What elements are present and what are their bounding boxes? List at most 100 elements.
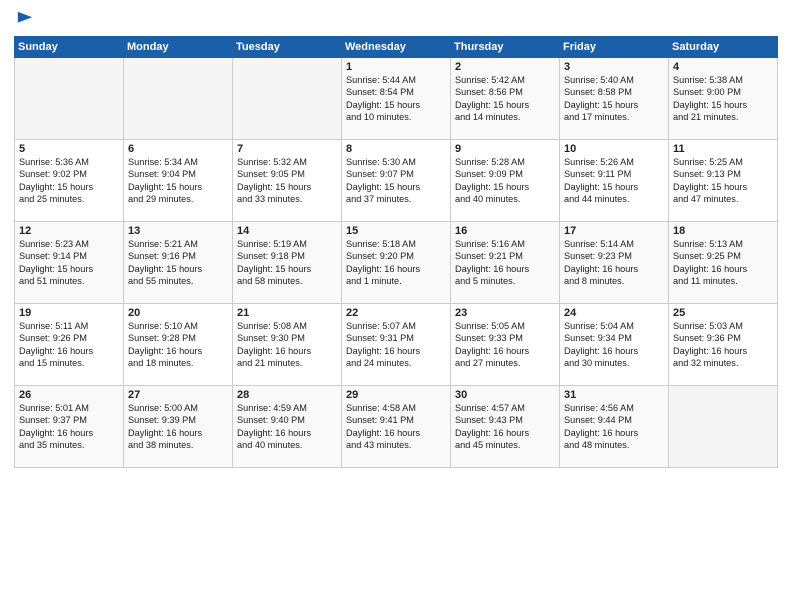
day-info: Sunrise: 5:10 AM — [128, 320, 228, 332]
day-info: Sunrise: 5:26 AM — [564, 156, 664, 168]
day-info: Sunset: 9:09 PM — [455, 168, 555, 180]
day-info: Sunrise: 5:38 AM — [673, 74, 773, 86]
day-info: and 44 minutes. — [564, 193, 664, 205]
day-info: Sunrise: 5:14 AM — [564, 238, 664, 250]
day-info: Sunset: 9:02 PM — [19, 168, 119, 180]
day-number: 21 — [237, 307, 337, 319]
calendar-cell: 12Sunrise: 5:23 AMSunset: 9:14 PMDayligh… — [15, 222, 124, 304]
day-info: Daylight: 15 hours — [564, 181, 664, 193]
day-info: and 38 minutes. — [128, 439, 228, 451]
day-number: 29 — [346, 389, 446, 401]
day-info: and 1 minute. — [346, 275, 446, 287]
day-info: Daylight: 15 hours — [237, 181, 337, 193]
day-info: Sunset: 8:56 PM — [455, 86, 555, 98]
day-info: and 40 minutes. — [237, 439, 337, 451]
calendar-cell: 27Sunrise: 5:00 AMSunset: 9:39 PMDayligh… — [124, 386, 233, 468]
day-info: and 25 minutes. — [19, 193, 119, 205]
calendar-cell: 18Sunrise: 5:13 AMSunset: 9:25 PMDayligh… — [669, 222, 778, 304]
day-info: Sunset: 9:33 PM — [455, 332, 555, 344]
day-info: and 24 minutes. — [346, 357, 446, 369]
calendar-cell: 11Sunrise: 5:25 AMSunset: 9:13 PMDayligh… — [669, 140, 778, 222]
day-info: Daylight: 16 hours — [346, 263, 446, 275]
day-info: Daylight: 15 hours — [128, 263, 228, 275]
day-number: 31 — [564, 389, 664, 401]
day-info: Sunrise: 5:30 AM — [346, 156, 446, 168]
day-info: Daylight: 16 hours — [455, 427, 555, 439]
day-info: and 27 minutes. — [455, 357, 555, 369]
calendar-cell: 26Sunrise: 5:01 AMSunset: 9:37 PMDayligh… — [15, 386, 124, 468]
day-number: 14 — [237, 225, 337, 237]
day-info: Sunrise: 5:44 AM — [346, 74, 446, 86]
day-info: Sunset: 9:44 PM — [564, 414, 664, 426]
day-number: 26 — [19, 389, 119, 401]
calendar-cell — [233, 58, 342, 140]
day-info: and 18 minutes. — [128, 357, 228, 369]
day-number: 18 — [673, 225, 773, 237]
calendar-body: 1Sunrise: 5:44 AMSunset: 8:54 PMDaylight… — [15, 58, 778, 468]
day-info: and 10 minutes. — [346, 111, 446, 123]
calendar-cell: 9Sunrise: 5:28 AMSunset: 9:09 PMDaylight… — [451, 140, 560, 222]
logo — [14, 10, 34, 28]
day-info: and 55 minutes. — [128, 275, 228, 287]
calendar-cell: 23Sunrise: 5:05 AMSunset: 9:33 PMDayligh… — [451, 304, 560, 386]
day-info: Sunset: 9:41 PM — [346, 414, 446, 426]
day-header-sunday: Sunday — [15, 37, 124, 58]
day-number: 19 — [19, 307, 119, 319]
calendar-cell: 30Sunrise: 4:57 AMSunset: 9:43 PMDayligh… — [451, 386, 560, 468]
day-info: Daylight: 15 hours — [673, 99, 773, 111]
day-info: Daylight: 16 hours — [564, 345, 664, 357]
day-info: Sunrise: 5:34 AM — [128, 156, 228, 168]
day-info: Sunrise: 5:19 AM — [237, 238, 337, 250]
day-info: Sunset: 8:58 PM — [564, 86, 664, 98]
day-number: 10 — [564, 143, 664, 155]
day-info: Sunset: 9:43 PM — [455, 414, 555, 426]
day-info: Sunset: 9:05 PM — [237, 168, 337, 180]
day-info: Sunset: 9:18 PM — [237, 250, 337, 262]
day-info: Sunrise: 5:18 AM — [346, 238, 446, 250]
day-info: Daylight: 16 hours — [564, 263, 664, 275]
day-info: Daylight: 15 hours — [455, 99, 555, 111]
day-info: Sunrise: 5:32 AM — [237, 156, 337, 168]
day-info: Daylight: 15 hours — [455, 181, 555, 193]
day-info: and 35 minutes. — [19, 439, 119, 451]
day-info: Sunrise: 5:11 AM — [19, 320, 119, 332]
calendar-cell: 15Sunrise: 5:18 AMSunset: 9:20 PMDayligh… — [342, 222, 451, 304]
day-info: and 33 minutes. — [237, 193, 337, 205]
calendar-week-4: 26Sunrise: 5:01 AMSunset: 9:37 PMDayligh… — [15, 386, 778, 468]
day-info: Sunrise: 5:28 AM — [455, 156, 555, 168]
day-number: 16 — [455, 225, 555, 237]
day-info: Daylight: 15 hours — [346, 99, 446, 111]
day-info: Sunset: 9:36 PM — [673, 332, 773, 344]
calendar-week-1: 5Sunrise: 5:36 AMSunset: 9:02 PMDaylight… — [15, 140, 778, 222]
day-header-friday: Friday — [560, 37, 669, 58]
day-info: Sunset: 9:04 PM — [128, 168, 228, 180]
day-info: and 8 minutes. — [564, 275, 664, 287]
day-header-wednesday: Wednesday — [342, 37, 451, 58]
day-info: and 11 minutes. — [673, 275, 773, 287]
day-info: Sunset: 9:39 PM — [128, 414, 228, 426]
day-info: and 58 minutes. — [237, 275, 337, 287]
day-info: Sunset: 8:54 PM — [346, 86, 446, 98]
day-info: Daylight: 15 hours — [564, 99, 664, 111]
day-info: Sunset: 9:40 PM — [237, 414, 337, 426]
day-info: Sunrise: 5:40 AM — [564, 74, 664, 86]
day-info: and 37 minutes. — [346, 193, 446, 205]
logo-flag-icon — [16, 10, 34, 28]
day-info: and 45 minutes. — [455, 439, 555, 451]
day-number: 1 — [346, 61, 446, 73]
day-info: Daylight: 16 hours — [237, 345, 337, 357]
day-info: and 5 minutes. — [455, 275, 555, 287]
day-info: Sunrise: 5:00 AM — [128, 402, 228, 414]
day-info: Sunrise: 5:16 AM — [455, 238, 555, 250]
day-info: Sunrise: 5:25 AM — [673, 156, 773, 168]
header-row: SundayMondayTuesdayWednesdayThursdayFrid… — [15, 37, 778, 58]
day-number: 25 — [673, 307, 773, 319]
calendar-cell: 19Sunrise: 5:11 AMSunset: 9:26 PMDayligh… — [15, 304, 124, 386]
day-info: and 29 minutes. — [128, 193, 228, 205]
day-number: 11 — [673, 143, 773, 155]
day-info: Sunset: 9:11 PM — [564, 168, 664, 180]
day-info: Sunrise: 4:58 AM — [346, 402, 446, 414]
day-info: and 48 minutes. — [564, 439, 664, 451]
day-info: Sunrise: 4:56 AM — [564, 402, 664, 414]
day-info: Daylight: 15 hours — [19, 181, 119, 193]
